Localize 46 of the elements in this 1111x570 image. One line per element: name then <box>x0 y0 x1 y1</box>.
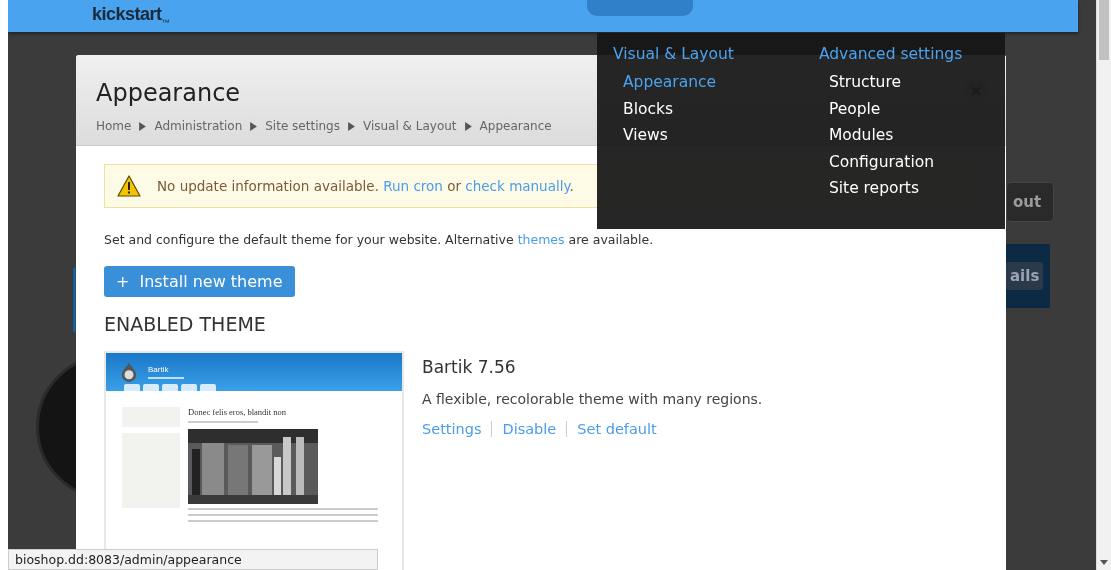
scrollbar-thumb[interactable] <box>1099 0 1109 60</box>
menu-heading[interactable]: Advanced settings <box>818 45 963 63</box>
nav-item-highlight[interactable] <box>587 0 694 16</box>
dialog-title: Appearance <box>96 79 242 107</box>
text-line <box>188 421 258 423</box>
breadcrumb-link[interactable]: Home <box>96 119 132 133</box>
breadcrumb-link[interactable]: Site settings <box>265 119 340 133</box>
logout-button[interactable]: out <box>1006 182 1055 222</box>
link[interactable]: Run cron <box>383 178 443 194</box>
scroll-down-icon[interactable] <box>1100 560 1108 565</box>
scrollbar[interactable] <box>1096 0 1111 570</box>
breadcrumb-link[interactable]: Appearance <box>479 119 552 133</box>
slogan-line <box>148 377 184 379</box>
menu-item[interactable]: Structure <box>818 69 901 96</box>
description-text: Set and configure the default theme for your website. Alternative themes are available. <box>104 232 655 247</box>
site-name: Bartik <box>148 365 170 374</box>
breadcrumb-separator-icon <box>464 121 472 131</box>
menu-item[interactable]: Configuration <box>818 148 935 175</box>
breadcrumb-link[interactable]: Visual & Layout <box>362 119 457 133</box>
theme-link[interactable]: Disable <box>491 421 567 437</box>
theme-link[interactable]: Set default <box>566 421 667 437</box>
details-button[interactable]: ails <box>1006 262 1044 290</box>
message-text: No update information available. Run cron or check manually. <box>157 178 574 194</box>
breadcrumb-separator-icon <box>139 121 147 131</box>
breadcrumb-separator-icon <box>250 121 258 131</box>
menu-item[interactable]: Views <box>613 122 668 149</box>
menu-item[interactable]: Site reports <box>818 175 919 202</box>
warning-icon <box>117 175 141 197</box>
drop-logo-icon <box>120 362 138 382</box>
breadcrumb-separator-icon <box>347 121 355 131</box>
status-bar: bioshop.dd:8083/admin/appearance <box>8 549 378 570</box>
menu-item[interactable]: People <box>818 95 881 122</box>
theme-description: A flexible, recolorable theme with many regions. <box>422 391 763 407</box>
install-theme-button[interactable]: + Install new theme <box>104 266 295 297</box>
link[interactable]: themes <box>517 232 565 247</box>
logo[interactable]: kickstart$_{™}$ <box>92 4 170 27</box>
menu-item[interactable]: Appearance <box>613 69 717 96</box>
link[interactable]: check manually <box>465 178 570 194</box>
article-title: Donec felis eros, blandit non <box>188 407 287 417</box>
menu-item[interactable]: Modules <box>818 122 894 149</box>
breadcrumb-link[interactable]: Administration <box>154 119 243 133</box>
menu-item[interactable]: Blocks <box>613 95 673 122</box>
theme-link[interactable]: Settings <box>422 421 492 437</box>
menu-heading[interactable]: Visual & Layout <box>613 45 734 63</box>
theme-name: Bartik 7.56 <box>422 357 517 377</box>
section-heading: ENABLED THEME <box>104 313 267 335</box>
